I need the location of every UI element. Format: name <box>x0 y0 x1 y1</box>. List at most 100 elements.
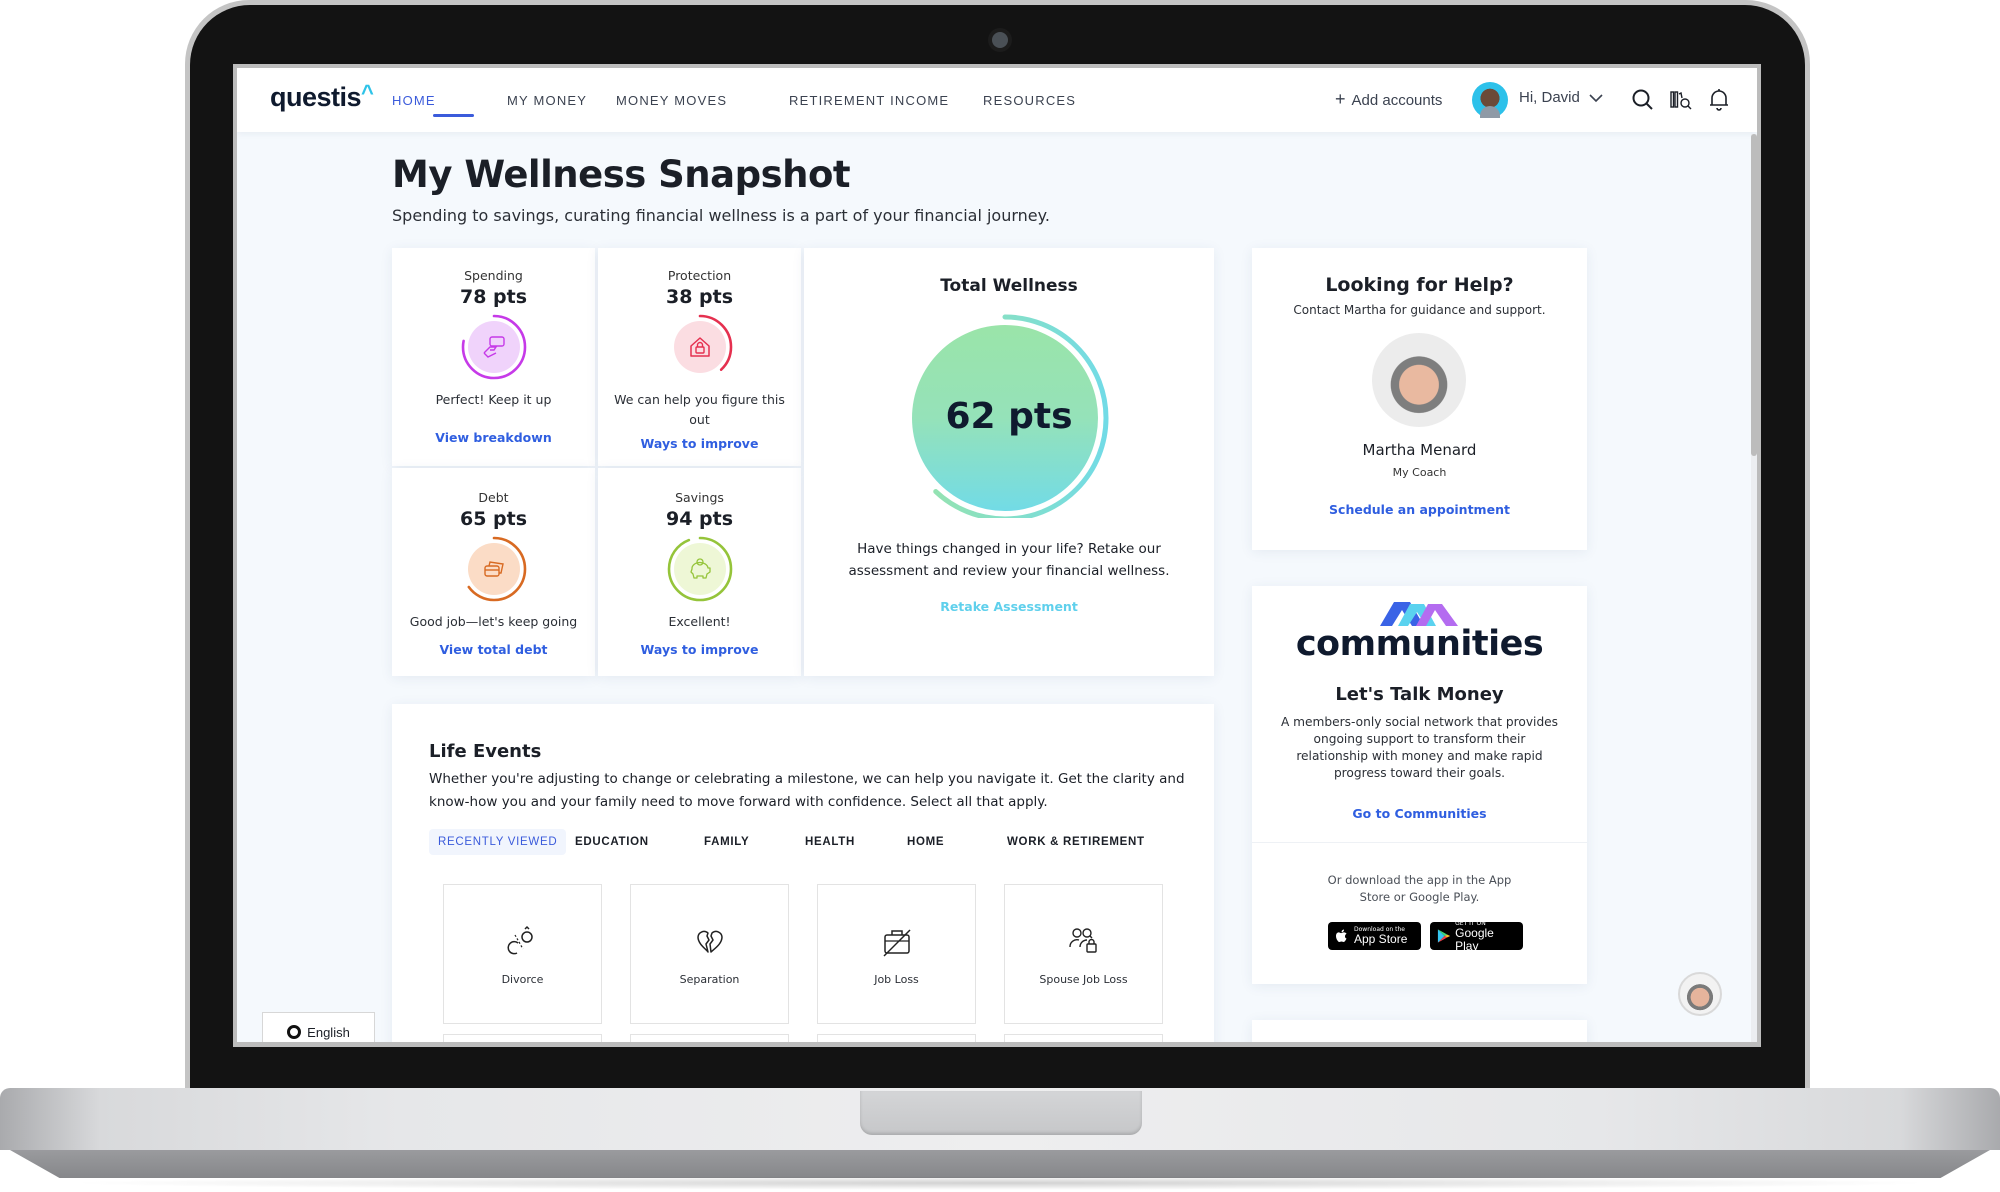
tab-home[interactable]: HOME <box>907 829 944 855</box>
wellness-card-savings: Savings 94 pts Excellent! Ways to improv… <box>598 468 801 676</box>
tab-education[interactable]: EDUCATION <box>575 829 649 855</box>
total-wellness-points: 62 pts <box>945 396 1073 437</box>
tab-health[interactable]: HEALTH <box>805 829 855 855</box>
category-points: 94 pts <box>665 508 734 530</box>
life-event-tile-partial[interactable] <box>1004 1034 1163 1042</box>
nav-retirement-income[interactable]: RETIREMENT INCOME <box>789 93 949 108</box>
camera <box>992 32 1008 48</box>
category-label: Savings <box>675 490 724 505</box>
tab-family[interactable]: FAMILY <box>704 829 749 855</box>
category-message: Perfect! Keep it up <box>435 392 552 407</box>
crossed-briefcase-icon <box>883 929 911 957</box>
score-ring <box>461 314 526 380</box>
score-ring <box>461 536 526 602</box>
communities-logo-icon <box>1380 602 1458 626</box>
ring-fill <box>467 543 520 595</box>
total-wellness-card: Total Wellness 62 pts Have things change… <box>804 248 1214 676</box>
scrollbar-thumb[interactable] <box>1751 134 1757 456</box>
life-events-title: Life Events <box>429 741 542 762</box>
coach-photo <box>1372 333 1466 427</box>
retake-assessment-link[interactable]: Retake Assessment <box>804 599 1214 614</box>
category-label: Protection <box>667 268 732 283</box>
tile-label: Divorce <box>501 973 544 986</box>
search-icon[interactable] <box>1630 87 1656 113</box>
page-subtitle: Spending to savings, curating financial … <box>392 206 1050 225</box>
app-store-badge[interactable]: Download on the App Store <box>1328 922 1421 950</box>
coach-help-card: Looking for Help? Contact Martha for gui… <box>1252 248 1587 550</box>
life-event-tile-divorce[interactable]: Divorce <box>443 884 602 1024</box>
top-nav: questis^ HOME MY MONEY MONEY MOVES RETIR… <box>237 68 1757 132</box>
score-ring <box>667 314 732 380</box>
category-message: We can help you figure this out <box>614 392 785 427</box>
page-title: My Wellness Snapshot <box>392 153 851 196</box>
bell-icon[interactable] <box>1706 87 1732 113</box>
tab-work-retirement[interactable]: WORK & RETIREMENT <box>1007 829 1145 855</box>
add-accounts-button[interactable]: + Add accounts <box>1335 89 1442 110</box>
nav-my-money[interactable]: MY MONEY <box>507 93 587 108</box>
category-message: Excellent! <box>668 614 731 629</box>
help-title: Looking for Help? <box>1325 274 1514 296</box>
user-greeting[interactable]: Hi, David <box>1519 89 1580 106</box>
logo-text: questis <box>270 82 362 112</box>
communities-title: Let's Talk Money <box>1335 684 1504 705</box>
broken-heart-icon <box>697 930 723 953</box>
wellness-card-protection: Protection 38 pts We can help you figure… <box>598 248 801 466</box>
life-events-card: Life Events Whether you're adjusting to … <box>392 704 1214 1042</box>
ways-to-improve-link[interactable]: Ways to improve <box>598 642 801 657</box>
schedule-appointment-link[interactable]: Schedule an appointment <box>1252 502 1587 517</box>
category-points: 78 pts <box>459 286 528 308</box>
wellness-card-debt: Debt 65 pts Good job—let's keep going Vi… <box>392 468 595 676</box>
library-search-icon[interactable] <box>1668 87 1694 113</box>
laptop-shadow <box>60 1176 1940 1190</box>
nav-home[interactable]: HOME <box>392 93 436 108</box>
nav-resources[interactable]: RESOURCES <box>983 93 1076 108</box>
communities-wordmark: communities <box>1295 624 1544 664</box>
plus-icon: + <box>1335 89 1346 109</box>
view-breakdown-link[interactable]: View breakdown <box>392 430 595 445</box>
communities-description: A members-only social network that provi… <box>1280 715 1559 780</box>
life-event-tile-partial[interactable] <box>817 1034 976 1042</box>
apple-icon <box>1336 929 1347 943</box>
category-label: Debt <box>478 490 509 505</box>
language-selector[interactable]: English <box>262 1012 375 1042</box>
score-ring <box>667 536 732 602</box>
life-event-tile-partial[interactable] <box>443 1034 602 1042</box>
globe-icon <box>287 1025 302 1039</box>
total-wellness-title: Total Wellness <box>940 276 1078 296</box>
tab-recently-viewed[interactable]: RECENTLY VIEWED <box>429 829 567 855</box>
google-play-large: Google Play <box>1455 925 1494 953</box>
view-total-debt-link[interactable]: View total debt <box>392 642 595 657</box>
life-event-tile-separation[interactable]: Separation <box>630 884 789 1024</box>
google-play-icon <box>1437 929 1451 943</box>
tile-label: Separation <box>679 973 740 986</box>
category-points: 38 pts <box>665 286 734 308</box>
laptop-base-bottom <box>10 1150 1990 1178</box>
app-viewport: questis^ HOME MY MONEY MONEY MOVES RETIR… <box>237 68 1757 1042</box>
coach-chat-button[interactable] <box>1678 972 1722 1016</box>
communities-card: communities Let's Talk Money A members-o… <box>1252 586 1587 984</box>
category-message: Good job—let's keep going <box>409 614 578 629</box>
user-avatar[interactable] <box>1472 82 1508 118</box>
life-event-tile-partial[interactable] <box>630 1034 789 1042</box>
nav-money-moves[interactable]: MONEY MOVES <box>616 93 727 108</box>
tile-label: Job Loss <box>874 973 919 986</box>
ways-to-improve-link[interactable]: Ways to improve <box>598 436 801 451</box>
life-event-tile-spouse-job-loss[interactable]: Spouse Job Loss <box>1004 884 1163 1024</box>
laptop-mockup: questis^ HOME MY MONEY MONEY MOVES RETIR… <box>0 0 2000 1192</box>
broken-ring-icon <box>507 925 533 955</box>
questis-logo[interactable]: questis^ <box>270 80 374 113</box>
active-nav-indicator <box>433 114 474 117</box>
app-store-large: App Store <box>1354 932 1408 946</box>
people-lock-icon <box>1069 928 1097 953</box>
chevron-down-icon[interactable] <box>1587 89 1605 107</box>
logo-caret: ^ <box>361 80 374 105</box>
download-app-text: Or download the app in the App Store or … <box>1327 873 1512 904</box>
coach-name: Martha Menard <box>1362 441 1477 459</box>
next-card-partial <box>1252 1020 1587 1042</box>
category-label: Spending <box>464 268 523 283</box>
laptop-notch <box>860 1091 1142 1135</box>
go-to-communities-link[interactable]: Go to Communities <box>1252 806 1587 821</box>
life-events-description: Whether you're adjusting to change or ce… <box>429 771 1185 810</box>
google-play-badge[interactable]: GET IT ON Google Play <box>1430 920 1523 953</box>
life-event-tile-job-loss[interactable]: Job Loss <box>817 884 976 1024</box>
